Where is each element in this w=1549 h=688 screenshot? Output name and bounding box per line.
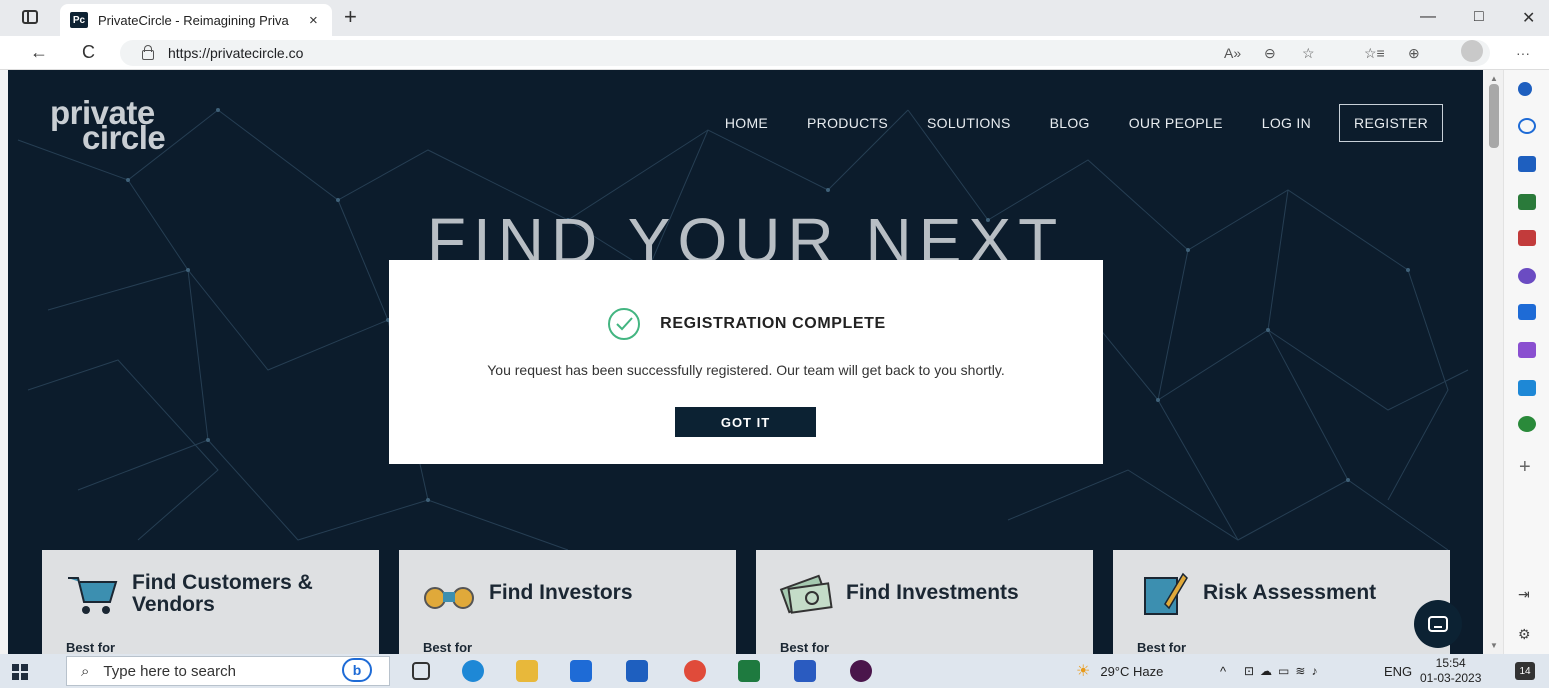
settings-gear-icon[interactable]: ⚙	[1518, 626, 1531, 643]
weather-widget[interactable]: ☀ 29°C Haze	[1076, 654, 1163, 688]
card-subtitle: Best for	[423, 640, 473, 654]
minimize-button[interactable]: —	[1420, 8, 1436, 26]
card-risk-assessment[interactable]: Risk Assessment Best for	[1113, 550, 1450, 654]
refresh-button[interactable]: C	[82, 42, 95, 63]
card-find-customers[interactable]: Find Customers & Vendors Best for	[42, 550, 379, 654]
card-find-investments[interactable]: Find Investments Best for	[756, 550, 1093, 654]
modal-title: REGISTRATION COMPLETE	[660, 315, 886, 332]
scroll-up-arrow-icon[interactable]: ▲	[1490, 74, 1498, 83]
tab-title: PrivateCircle - Reimagining Priva	[98, 12, 289, 28]
system-tray-icons[interactable]: ⊡☁▭≋♪	[1244, 654, 1323, 688]
money-icon	[779, 574, 833, 614]
browser-tab-bar: Pc PrivateCircle - Reimagining Priva × +…	[0, 0, 1549, 36]
notifications-icon[interactable]: 14	[1515, 662, 1535, 680]
taskbar-clock[interactable]: 15:54 01-03-2023	[1420, 656, 1481, 686]
clock-time: 15:54	[1435, 656, 1466, 670]
address-bar[interactable]: https://privatecircle.co	[120, 40, 1490, 66]
restore-button[interactable]: □	[1474, 8, 1484, 26]
games-icon[interactable]	[1518, 230, 1536, 246]
add-sidebar-app-icon[interactable]: +	[1519, 456, 1531, 479]
tab-close-icon[interactable]: ×	[309, 12, 318, 29]
clock-date: 01-03-2023	[1420, 671, 1482, 685]
nav-home[interactable]: HOME	[725, 115, 768, 131]
edge-sidebar: + ⇥ ⚙	[1503, 70, 1549, 654]
main-navigation: HOME PRODUCTS SOLUTIONS BLOG OUR PEOPLE …	[686, 104, 1443, 142]
nav-login[interactable]: LOG IN	[1262, 115, 1311, 131]
bing-icon[interactable]: b	[342, 658, 372, 682]
site-favicon-icon: Pc	[70, 12, 88, 28]
weather-sun-icon: ☀	[1076, 663, 1091, 680]
nav-blog[interactable]: BLOG	[1050, 115, 1090, 131]
mail-icon[interactable]	[626, 660, 648, 682]
url-text[interactable]: https://privatecircle.co	[168, 45, 303, 61]
card-subtitle: Best for	[780, 640, 830, 654]
slack-icon[interactable]	[850, 660, 872, 682]
tools-icon[interactable]	[1518, 194, 1536, 210]
weather-text: 29°C Haze	[1100, 663, 1164, 679]
more-menu-icon[interactable]: ···	[1516, 45, 1530, 61]
browser-tab[interactable]: Pc PrivateCircle - Reimagining Priva ×	[60, 4, 332, 36]
task-view-icon[interactable]	[412, 662, 430, 680]
designer-icon[interactable]	[1518, 342, 1536, 358]
card-title: Find Investments	[846, 581, 1019, 604]
store-icon[interactable]	[570, 660, 592, 682]
search-icon[interactable]	[1518, 82, 1532, 96]
shopping-cart-icon	[68, 577, 118, 614]
address-bar-row: ← C https://privatecircle.co A» ⊖ ☆ ☆≡ ⊕…	[0, 36, 1549, 70]
taskbar-search-placeholder: Type here to search	[103, 662, 236, 680]
card-subtitle: Best for	[66, 640, 116, 654]
card-title: Risk Assessment	[1203, 581, 1377, 604]
windows-start-icon[interactable]	[12, 664, 28, 680]
scroll-down-arrow-icon[interactable]: ▼	[1490, 641, 1498, 650]
chat-widget-button[interactable]	[1414, 600, 1462, 648]
check-circle-icon	[608, 308, 641, 340]
registration-complete-modal: REGISTRATION COMPLETE You request has be…	[389, 260, 1103, 464]
excel-icon[interactable]	[738, 660, 760, 682]
new-tab-button[interactable]: +	[344, 4, 357, 30]
office-icon[interactable]	[1518, 268, 1536, 284]
scroll-thumb[interactable]	[1489, 84, 1499, 148]
word-icon[interactable]	[794, 660, 816, 682]
zoom-icon[interactable]: ⊖	[1264, 45, 1276, 62]
add-favorite-icon[interactable]: ☆	[1302, 45, 1315, 62]
nav-our-people[interactable]: OUR PEOPLE	[1129, 115, 1223, 131]
close-window-button[interactable]: ✕	[1522, 8, 1535, 28]
windows-taskbar: ⌕ Type here to search b ☀ 29°C Haze ^ ⊡☁…	[0, 654, 1549, 688]
modal-message: You request has been successfully regist…	[487, 362, 1005, 378]
card-find-investors[interactable]: Find Investors Best for	[399, 550, 736, 654]
card-title: Find Investors	[489, 581, 633, 604]
document-pen-icon	[1144, 572, 1188, 615]
chrome-icon[interactable]	[684, 660, 706, 682]
nav-solutions[interactable]: SOLUTIONS	[927, 115, 1011, 131]
card-subtitle: Best for	[1137, 640, 1187, 654]
privatecircle-logo[interactable]: private circle	[50, 96, 166, 154]
binoculars-icon	[424, 587, 474, 609]
lock-icon[interactable]	[142, 45, 154, 60]
language-indicator[interactable]: ENG	[1384, 654, 1412, 688]
edge-browser-icon[interactable]	[462, 660, 484, 682]
file-explorer-icon[interactable]	[516, 660, 538, 682]
favorites-icon[interactable]: ☆≡	[1364, 45, 1385, 62]
profile-avatar[interactable]	[1461, 40, 1483, 62]
read-aloud-icon[interactable]: A»	[1224, 45, 1241, 61]
register-button[interactable]: REGISTER	[1339, 104, 1443, 142]
shopping-tag-icon[interactable]	[1518, 156, 1536, 172]
modal-header: REGISTRATION COMPLETE	[389, 306, 1103, 342]
feature-cards: Find Customers & Vendors Best for Find I…	[42, 550, 1452, 654]
tab-actions-icon[interactable]	[22, 10, 38, 24]
outlook-icon[interactable]	[1518, 304, 1536, 320]
tray-expand-icon[interactable]: ^	[1220, 654, 1226, 688]
hide-sidebar-icon[interactable]: ⇥	[1518, 586, 1530, 603]
page-scrollbar[interactable]: ▲ ▼	[1485, 70, 1503, 654]
card-title: Find Customers & Vendors	[132, 571, 313, 616]
tree-icon[interactable]	[1518, 416, 1536, 432]
got-it-button[interactable]: GOT IT	[675, 407, 816, 437]
back-button[interactable]: ←	[30, 42, 48, 63]
chat-icon	[1428, 616, 1448, 632]
send-icon[interactable]	[1518, 380, 1536, 396]
bing-chat-icon[interactable]	[1518, 118, 1536, 134]
search-icon: ⌕	[81, 662, 90, 680]
collections-icon[interactable]: ⊕	[1408, 45, 1420, 62]
nav-products[interactable]: PRODUCTS	[807, 115, 888, 131]
